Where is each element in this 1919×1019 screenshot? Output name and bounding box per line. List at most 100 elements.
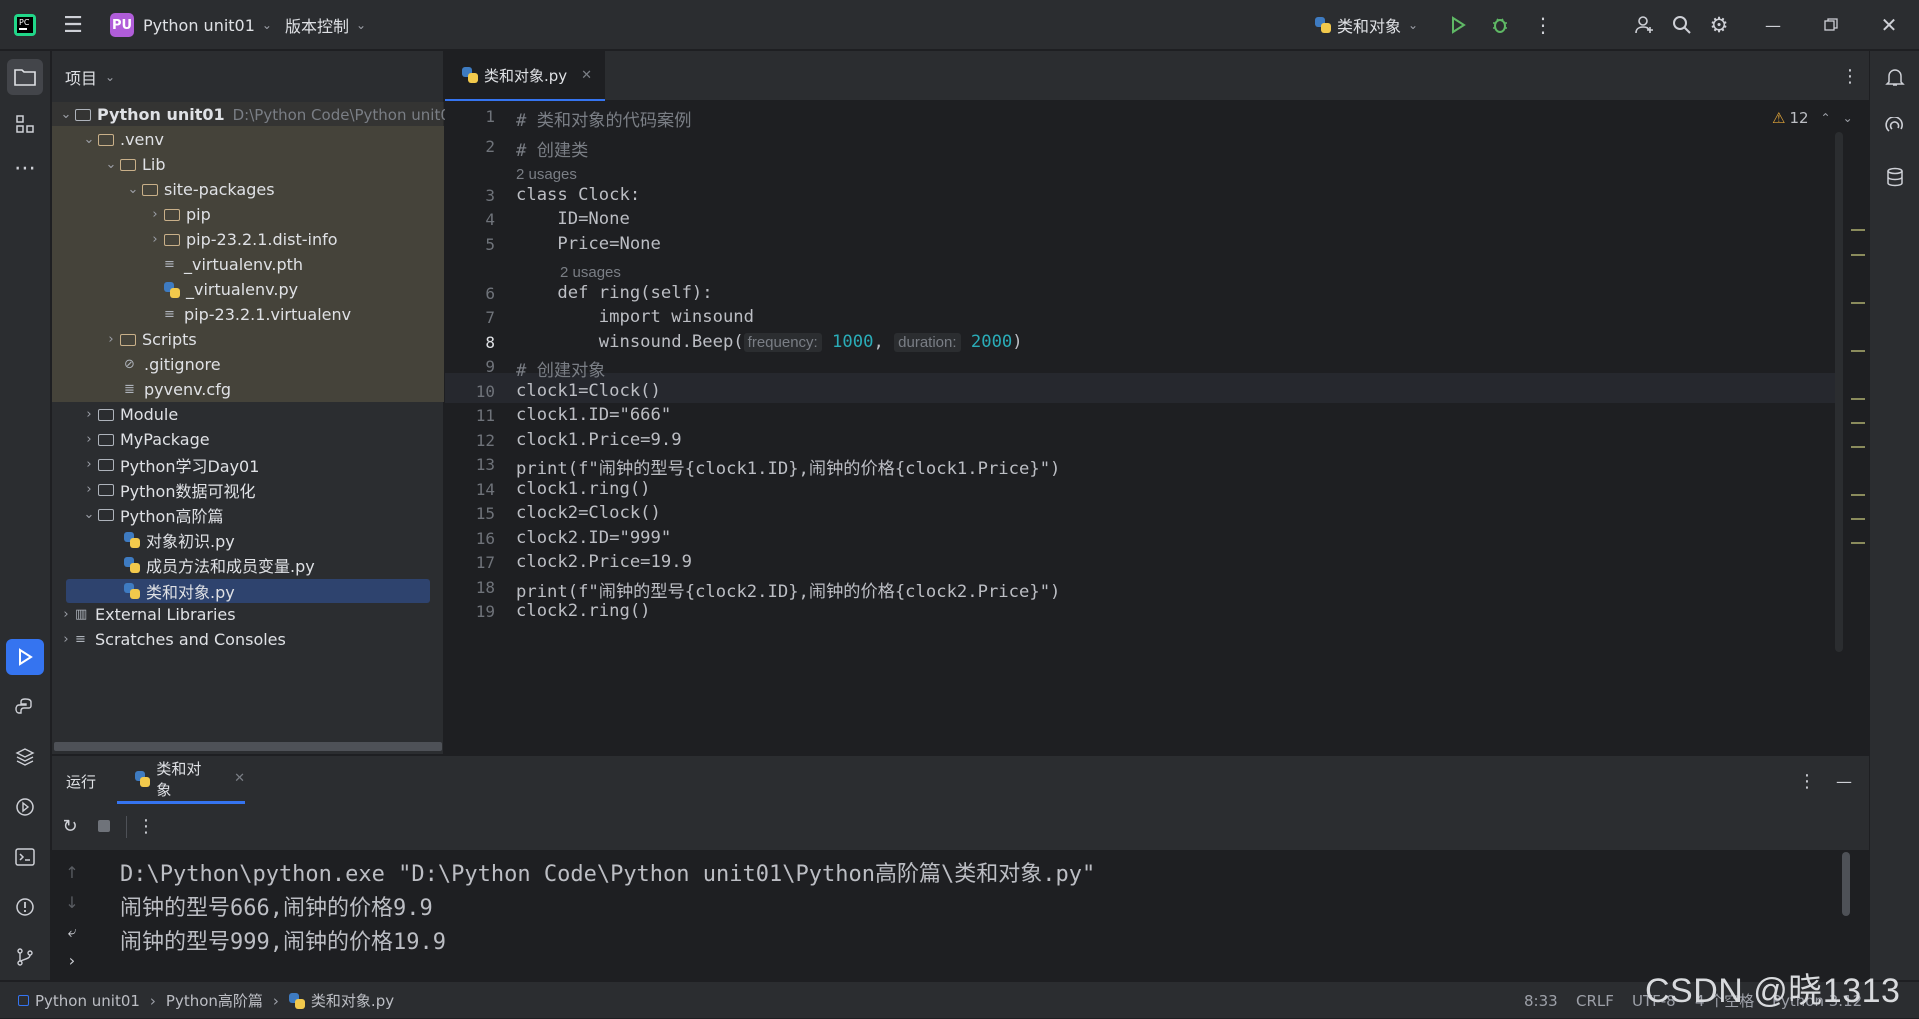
tree-row-pip-virtualenv[interactable]: ≡ pip-23.2.1.virtualenv — [164, 302, 351, 327]
close-icon[interactable]: ✕ — [1876, 12, 1902, 38]
add-user-icon[interactable] — [1632, 12, 1658, 38]
line-number: 7 — [485, 308, 495, 327]
warning-marker[interactable] — [1851, 254, 1865, 256]
close-icon[interactable]: ✕ — [234, 771, 245, 786]
tree-row-day01[interactable]: › Python学习Day01 — [80, 452, 259, 477]
tree-row-gitignore[interactable]: ⊘ .gitignore — [124, 352, 221, 377]
close-icon[interactable]: ✕ — [581, 68, 592, 83]
tree-row-mypackage[interactable]: › MyPackage — [80, 427, 209, 452]
usages-hint[interactable]: 2 usages — [560, 264, 621, 281]
run-tool-icon[interactable] — [6, 639, 44, 675]
project-folder-icon[interactable] — [7, 59, 43, 95]
code-line: clock2.ring() — [516, 601, 651, 621]
services-icon[interactable] — [7, 789, 43, 825]
warning-marker[interactable] — [1851, 494, 1865, 496]
arrow-down-icon[interactable]: ↓ — [62, 892, 82, 912]
breadcrumb-item[interactable]: Python unit01 — [35, 992, 140, 1010]
chevron-up-icon[interactable]: ⌃ — [1821, 111, 1831, 125]
database-icon[interactable] — [1877, 159, 1913, 195]
warning-marker[interactable] — [1851, 518, 1865, 520]
tree-row-venv[interactable]: ⌄ .venv — [80, 127, 164, 152]
stop-icon[interactable] — [96, 818, 112, 834]
tree-row-advanced[interactable]: ⌄ Python高阶篇 — [80, 502, 224, 527]
tree-row-class-object[interactable]: 类和对象.py — [124, 578, 235, 603]
project-panel: 项目 ⌄ ⌄ Python unit01 D:\Python Code\Pyth… — [52, 51, 459, 754]
tree-row-object-intro[interactable]: 对象初识.py — [124, 527, 235, 552]
breadcrumb-item[interactable]: 类和对象.py — [311, 990, 394, 1011]
tree-row-scripts[interactable]: › Scripts — [102, 327, 196, 352]
tree-row-members[interactable]: 成员方法和成员变量.py — [124, 552, 315, 577]
tree-row-pip-dist-info[interactable]: › pip-23.2.1.dist-info — [146, 227, 337, 252]
tree-row-scratches[interactable]: › ≡ Scratches and Consoles — [57, 627, 286, 652]
tree-row-root[interactable]: ⌄ Python unit01 D:\Python Code\Python un… — [57, 102, 460, 127]
folder-icon — [120, 158, 136, 171]
soft-wrap-icon[interactable]: ⤶ — [62, 922, 82, 942]
cursor-position[interactable]: 8:33 — [1524, 982, 1558, 1019]
tree-label: Scratches and Consoles — [95, 630, 286, 649]
ai-assistant-icon[interactable] — [1877, 109, 1913, 145]
line-separator[interactable]: CRLF — [1576, 982, 1614, 1019]
inspection-widget[interactable]: ⚠ 12 ⌃ ⌄ — [1772, 109, 1853, 127]
python-console-icon[interactable] — [7, 689, 43, 725]
git-branch-icon[interactable] — [7, 939, 43, 975]
run-options-icon[interactable]: ⋮ — [1797, 768, 1817, 794]
run-config-selector[interactable]: 类和对象 ⌄ — [1315, 0, 1418, 50]
project-switcher[interactable]: PU Python unit01 ⌄ — [110, 0, 272, 50]
hide-panel-icon[interactable]: — — [1832, 768, 1856, 794]
warning-marker[interactable] — [1851, 542, 1865, 544]
restore-icon[interactable] — [1818, 12, 1844, 38]
terminal-icon[interactable] — [7, 839, 43, 875]
usages-hint[interactable]: 2 usages — [516, 166, 577, 183]
vertical-scrollbar[interactable] — [1835, 132, 1843, 652]
vcs-menu[interactable]: 版本控制 ⌄ — [285, 0, 366, 50]
more-options-icon[interactable]: ⋮ — [136, 812, 156, 840]
warning-marker[interactable] — [1851, 422, 1865, 424]
warning-marker[interactable] — [1851, 398, 1865, 400]
arrow-up-icon[interactable]: ↑ — [62, 862, 82, 882]
console-output[interactable]: ↑ ↓ ⤶ › D:\Python\python.exe "D:\Python … — [52, 850, 1869, 980]
tree-row-external-libraries[interactable]: › ▥ External Libraries — [57, 602, 235, 627]
tree-row-site-packages[interactable]: ⌄ site-packages — [124, 177, 275, 202]
console-scrollbar[interactable] — [1842, 852, 1850, 916]
tree-row-visualization[interactable]: › Python数据可视化 — [80, 477, 255, 502]
line-number: 14 — [475, 480, 495, 499]
debug-icon[interactable] — [1487, 12, 1513, 38]
pycharm-logo-icon[interactable]: PC — [12, 12, 38, 38]
warning-marker[interactable] — [1851, 229, 1865, 231]
tree-row-virtualenv-pth[interactable]: ≡ _virtualenv.pth — [164, 252, 303, 277]
warning-marker[interactable] — [1851, 446, 1865, 448]
run-tab[interactable]: 类和对象 ✕ — [117, 756, 245, 804]
status-bar: Python unit01 › Python高阶篇 › 类和对象.py 8:33… — [0, 981, 1919, 1018]
warning-marker[interactable] — [1851, 302, 1865, 304]
tree-row-module[interactable]: › Module — [80, 402, 178, 427]
notifications-icon[interactable] — [1877, 59, 1913, 95]
folder-icon — [98, 508, 114, 521]
rerun-icon[interactable]: ↻ — [60, 812, 80, 840]
chevron-down-icon[interactable]: ⌄ — [1843, 111, 1853, 125]
problems-icon[interactable] — [7, 889, 43, 925]
tree-row-pip[interactable]: › pip — [146, 202, 210, 227]
layers-icon[interactable] — [7, 739, 43, 775]
structure-icon[interactable] — [7, 106, 43, 142]
more-tools-icon[interactable]: ⋯ — [7, 153, 43, 183]
horizontal-scrollbar[interactable] — [54, 742, 442, 751]
tree-row-lib[interactable]: ⌄ Lib — [102, 152, 166, 177]
minimize-icon[interactable]: — — [1760, 12, 1786, 38]
gear-icon[interactable]: ⚙ — [1706, 12, 1732, 38]
breadcrumb-item[interactable]: Python高阶篇 — [166, 990, 263, 1011]
tab-options-icon[interactable]: ⋮ — [1840, 63, 1860, 89]
editor-tab-active[interactable]: 类和对象.py ✕ — [445, 51, 605, 101]
tree-label: Python高阶篇 — [120, 506, 224, 526]
code-editor[interactable]: ⚠ 12 ⌃ ⌄ 1 2 3 4 5 6 7 8 9 10 11 12 13 1… — [445, 102, 1869, 754]
search-icon[interactable] — [1669, 12, 1695, 38]
tree-row-virtualenv-py[interactable]: _virtualenv.py — [164, 277, 298, 302]
code-line: clock1.ring() — [516, 479, 651, 499]
chevron-right-icon[interactable]: › — [62, 950, 82, 970]
chevron-down-icon: ⌄ — [83, 132, 95, 147]
warning-marker[interactable] — [1851, 350, 1865, 352]
tree-row-pyvenv-cfg[interactable]: ≣ pyvenv.cfg — [124, 377, 231, 402]
main-menu-icon[interactable]: ☰ — [60, 12, 86, 38]
project-panel-header[interactable]: 项目 ⌄ — [65, 63, 115, 90]
run-icon[interactable] — [1445, 12, 1471, 38]
more-actions-icon[interactable]: ⋮ — [1530, 12, 1556, 38]
